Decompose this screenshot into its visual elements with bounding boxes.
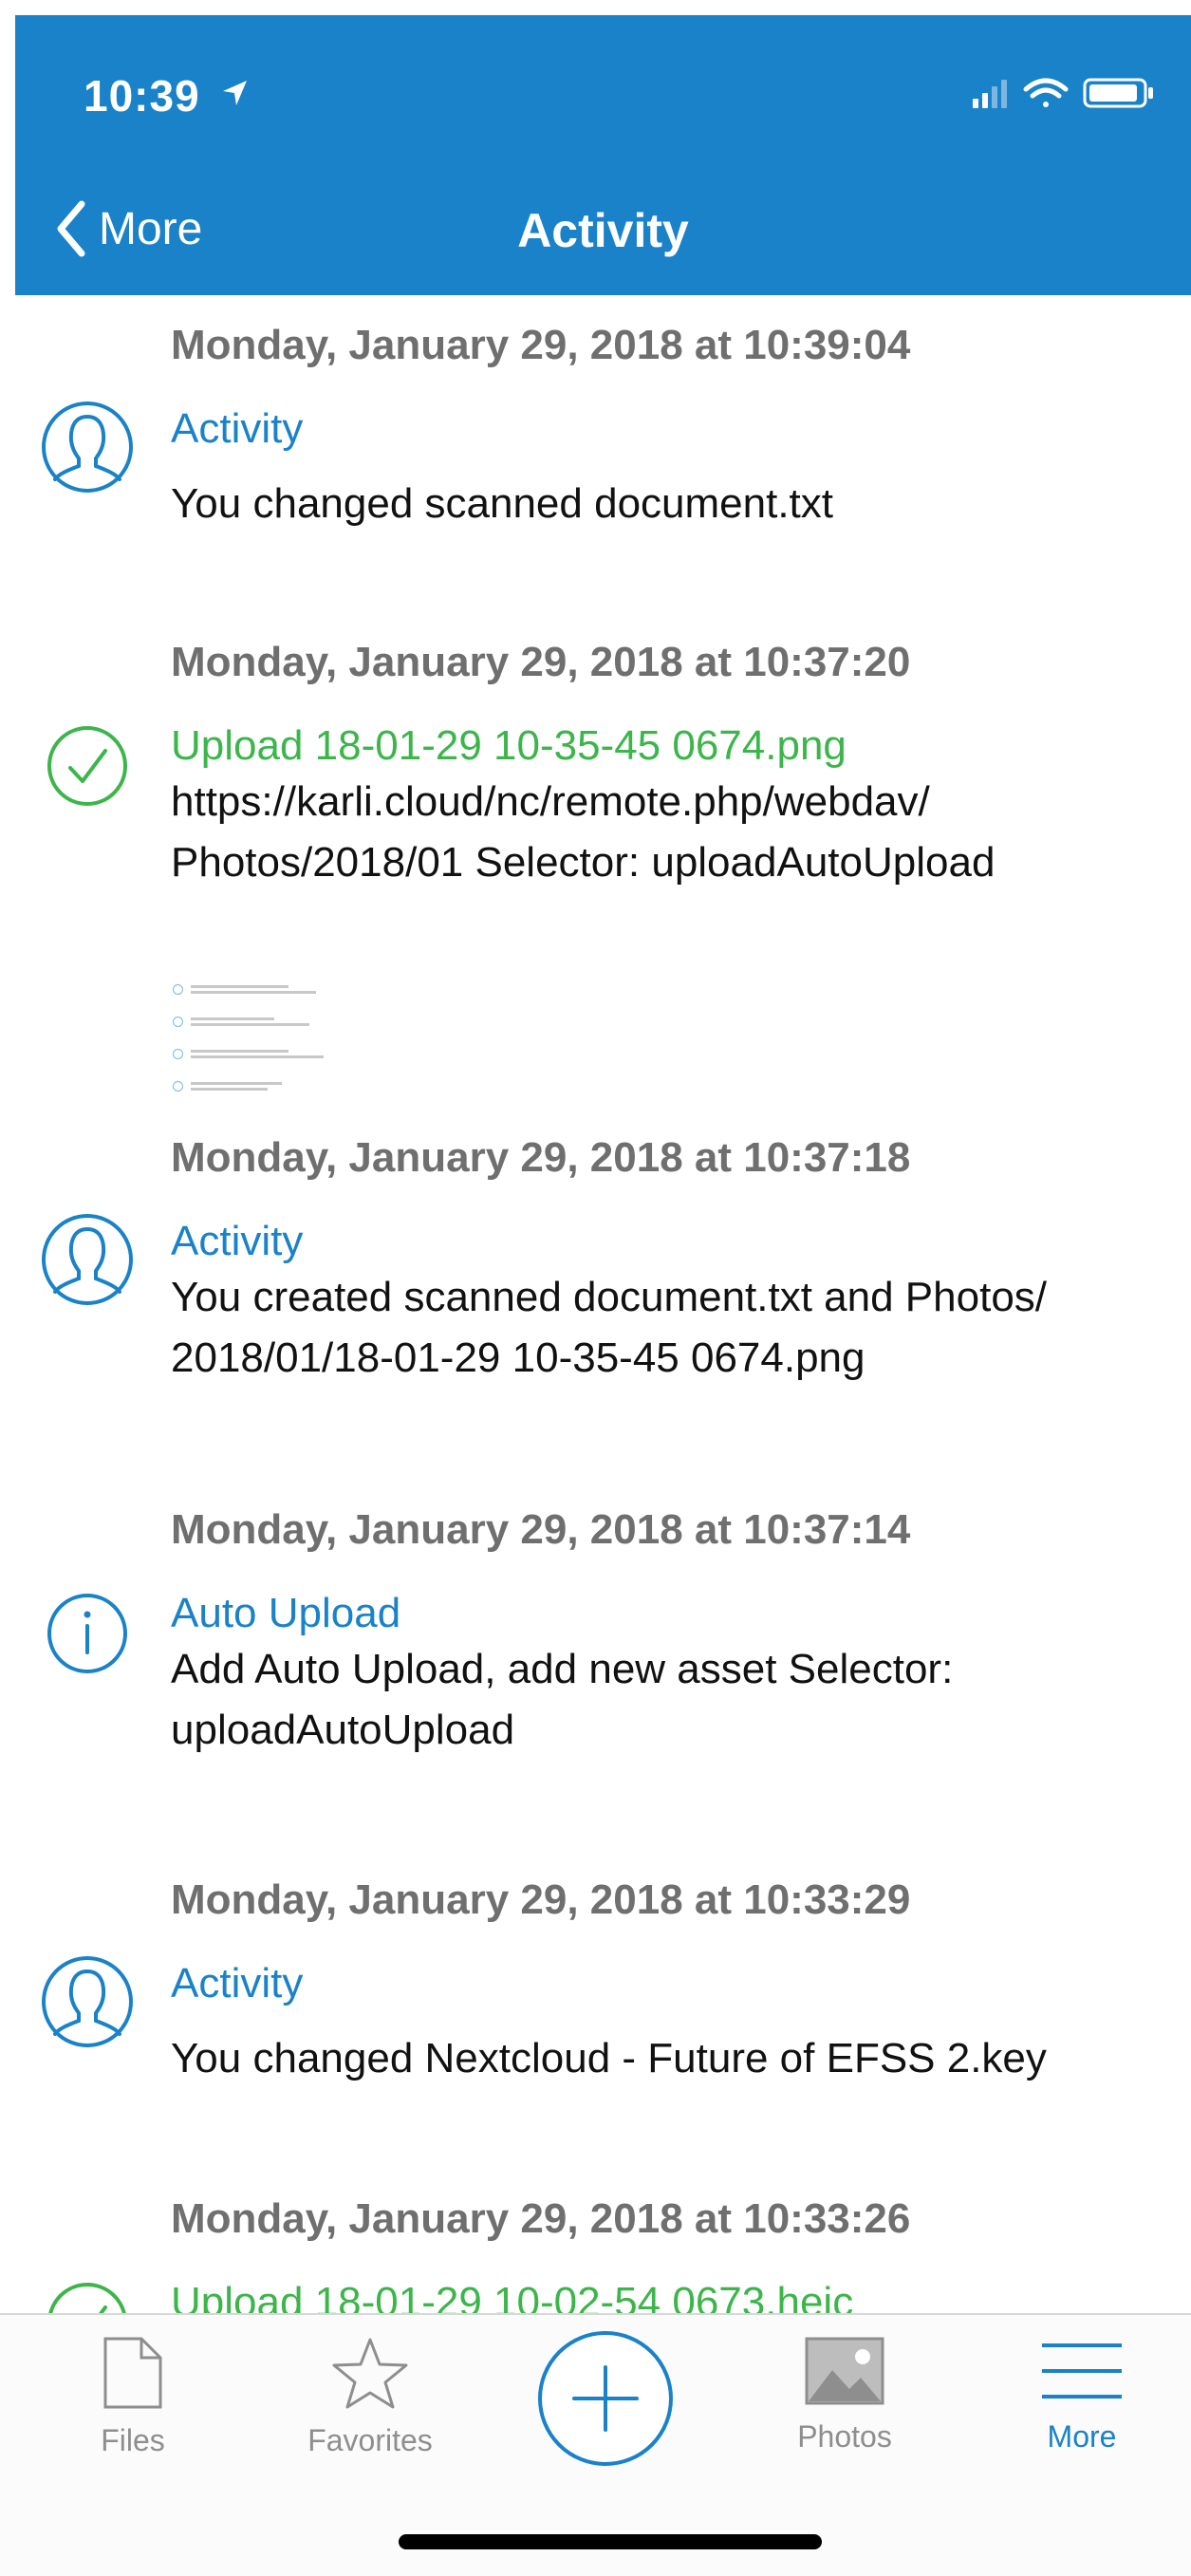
- wifi-icon: [1023, 78, 1069, 107]
- upload-thumbnail[interactable]: [171, 973, 330, 1104]
- entry-text: Add Auto Upload, add new asset Selector:…: [171, 1646, 954, 1753]
- page-title: Activity: [517, 204, 689, 257]
- entry-title: Upload 18-01-29 10-35-45 0674.png: [171, 722, 847, 769]
- entry-title: Auto Upload: [171, 1590, 401, 1636]
- user-icon: [42, 1956, 133, 2047]
- tab-files-label: Files: [101, 2423, 165, 2457]
- entry-text: You created scanned document.txt and Pho…: [171, 1274, 1048, 1381]
- activity-feed[interactable]: Monday, January 29, 2018 at 10:39:04 Act…: [0, 295, 1191, 2315]
- status-time: 10:39: [84, 71, 200, 121]
- tab-more[interactable]: More: [996, 2336, 1167, 2488]
- entry-title: Activity: [171, 1960, 304, 2007]
- add-button[interactable]: [536, 2329, 675, 2468]
- entry-date: Monday, January 29, 2018 at 10:37:14: [171, 1506, 911, 1553]
- user-icon: [42, 1214, 133, 1305]
- entry-title: Activity: [171, 405, 304, 452]
- entry-date: Monday, January 29, 2018 at 10:37:18: [171, 1134, 911, 1181]
- status-icons: [973, 78, 1153, 108]
- home-indicator: [399, 2534, 822, 2549]
- entry-date: Monday, January 29, 2018 at 10:33:26: [171, 2195, 911, 2242]
- file-icon: [103, 2337, 162, 2409]
- checkmark-circle-icon: [47, 2283, 127, 2315]
- entry-text: You changed scanned document.txt: [171, 480, 834, 527]
- star-icon: [332, 2338, 408, 2409]
- tab-files[interactable]: Files: [47, 2336, 218, 2488]
- tab-photos-label: Photos: [797, 2419, 892, 2454]
- entry-date: Monday, January 29, 2018 at 10:33:29: [171, 1876, 911, 1923]
- signal-icon: [973, 80, 1007, 108]
- entry-date: Monday, January 29, 2018 at 10:39:04: [171, 322, 911, 368]
- location-arrow-icon: [223, 81, 247, 105]
- tab-more-label: More: [1047, 2419, 1117, 2454]
- entry-title: Upload 18-01-29 10-02-54 0673.heic: [171, 2279, 854, 2315]
- nav-header: 10:39 More Activity: [15, 15, 1191, 295]
- entry-date: Monday, January 29, 2018 at 10:37:20: [171, 639, 911, 685]
- info-icon: [47, 1594, 127, 1673]
- tab-favorites[interactable]: Favorites: [285, 2336, 456, 2488]
- checkmark-circle-icon: [47, 726, 127, 806]
- user-icon: [42, 401, 133, 493]
- tab-photos[interactable]: Photos: [759, 2336, 930, 2488]
- entry-text: https://karli.cloud/nc/remote.php/webdav…: [171, 778, 996, 886]
- photo-icon: [805, 2337, 884, 2405]
- battery-icon: [1083, 78, 1153, 108]
- entry-text: You changed Nextcloud - Future of EFSS 2…: [171, 2035, 1047, 2081]
- entry-title: Activity: [171, 1218, 304, 1264]
- tab-favorites-label: Favorites: [307, 2423, 433, 2457]
- menu-icon: [1042, 2343, 1122, 2399]
